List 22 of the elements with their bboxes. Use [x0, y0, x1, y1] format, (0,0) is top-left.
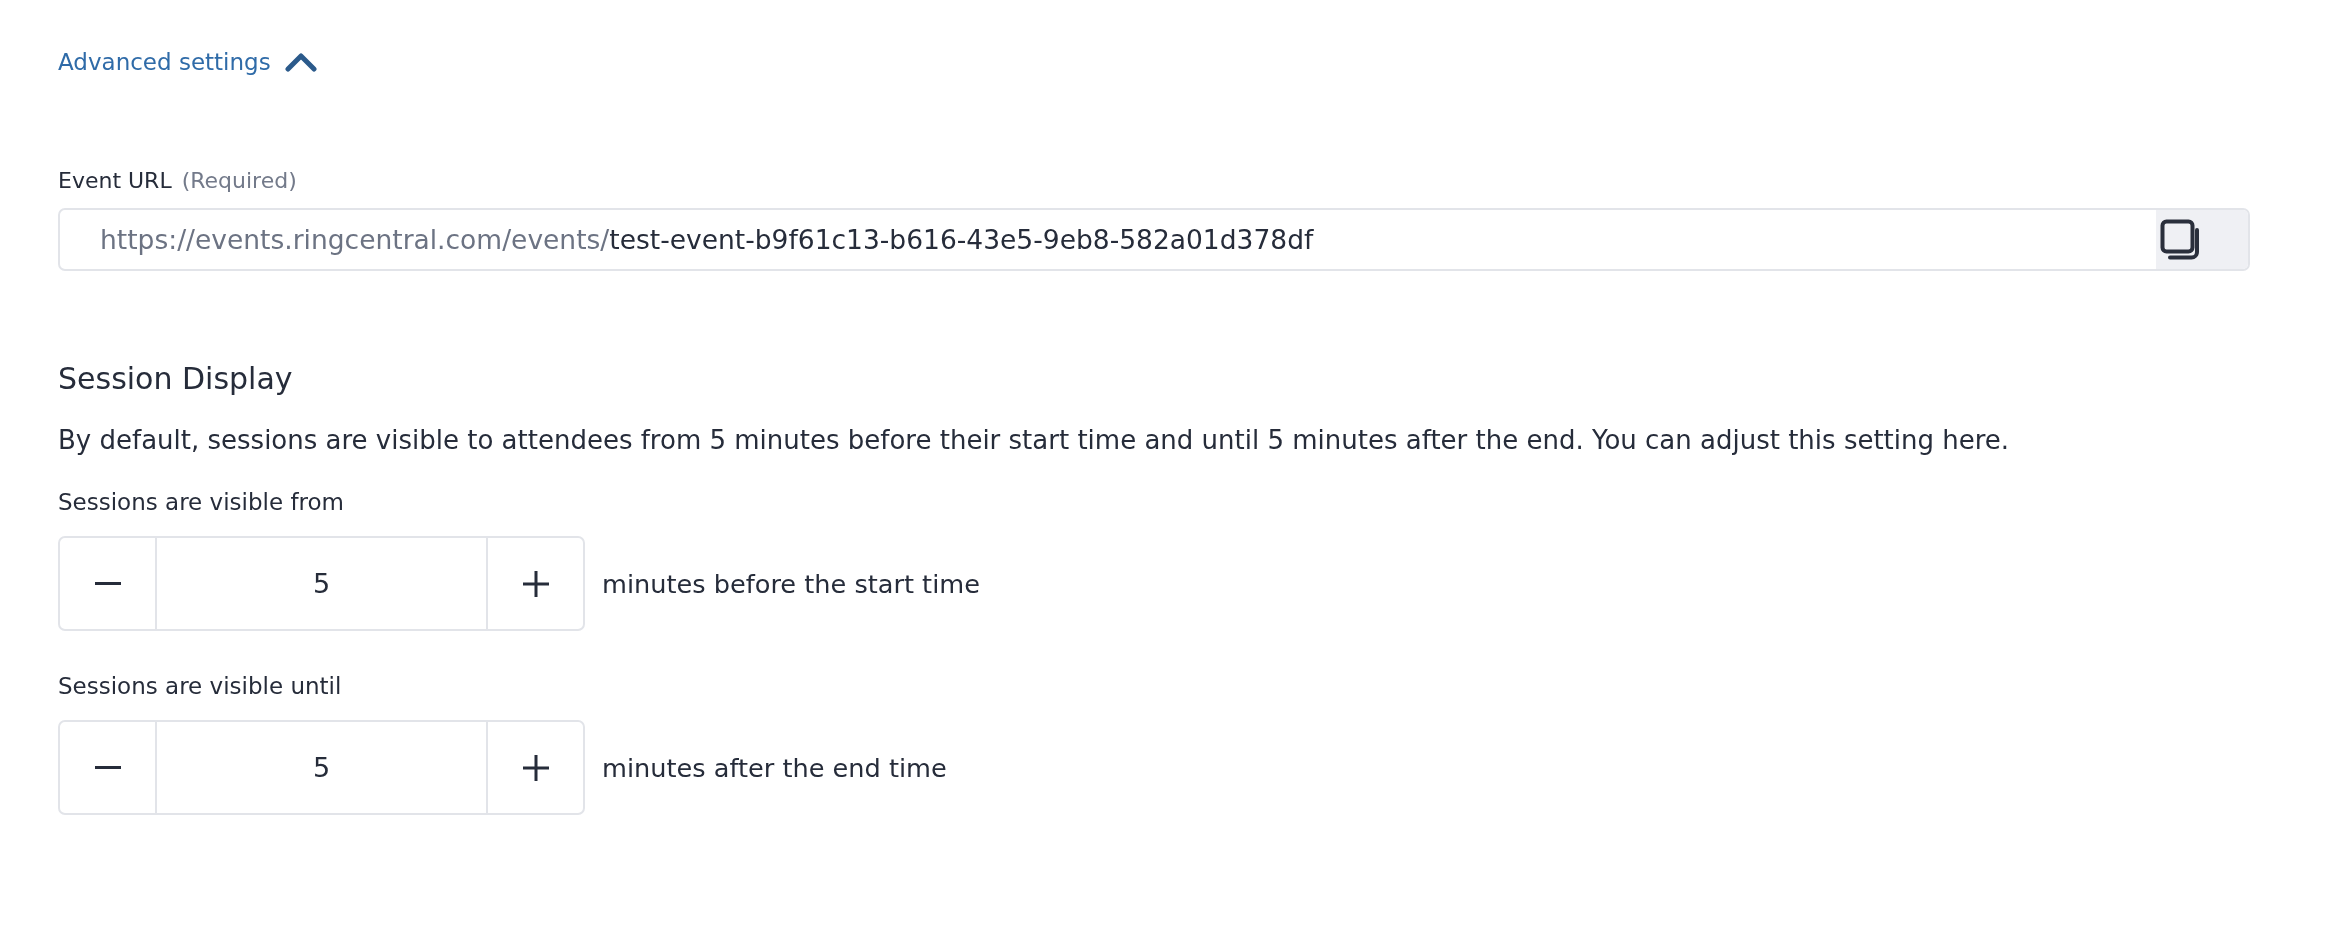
number-stepper[interactable]: 5 [58, 536, 585, 631]
minus-icon [94, 766, 121, 769]
required-hint: (Required) [181, 167, 297, 195]
section-title: Session Display [58, 360, 293, 398]
url-value: test-event-b9f61c13-b616-43e5-9eb8-582a01d378df [609, 222, 1314, 257]
advanced-settings-toggle[interactable]: Advanced settings [58, 46, 317, 78]
stepper-suffix: minutes after the end time [602, 751, 947, 785]
stepper-label: Sessions are visible from [58, 488, 344, 517]
copy-icon [2160, 219, 2200, 260]
number-field[interactable]: 5 [155, 538, 488, 629]
stepper-suffix: minutes before the start time [602, 567, 980, 601]
field-label: Event URL [58, 167, 172, 195]
plus-icon [522, 570, 549, 597]
number-stepper[interactable]: 5 [58, 720, 585, 815]
url-field[interactable]: https://events.ringcentral.com/events/test-event-b9f61c13-b616-43e5-9eb8-582a01d378df [58, 208, 2250, 271]
section-description: By default, sessions are visible to attendees from 5 minutes before their start time and until 5 minutes after the end. You can adjust this setting here. [58, 424, 2010, 457]
copy-button[interactable] [2156, 210, 2248, 269]
url-prefix: https://events.ringcentral.com/events/ [100, 222, 610, 257]
number-field[interactable]: 5 [155, 722, 488, 813]
minus-icon [94, 582, 121, 585]
plus-icon [522, 754, 549, 781]
stepper-label: Sessions are visible until [58, 672, 342, 701]
